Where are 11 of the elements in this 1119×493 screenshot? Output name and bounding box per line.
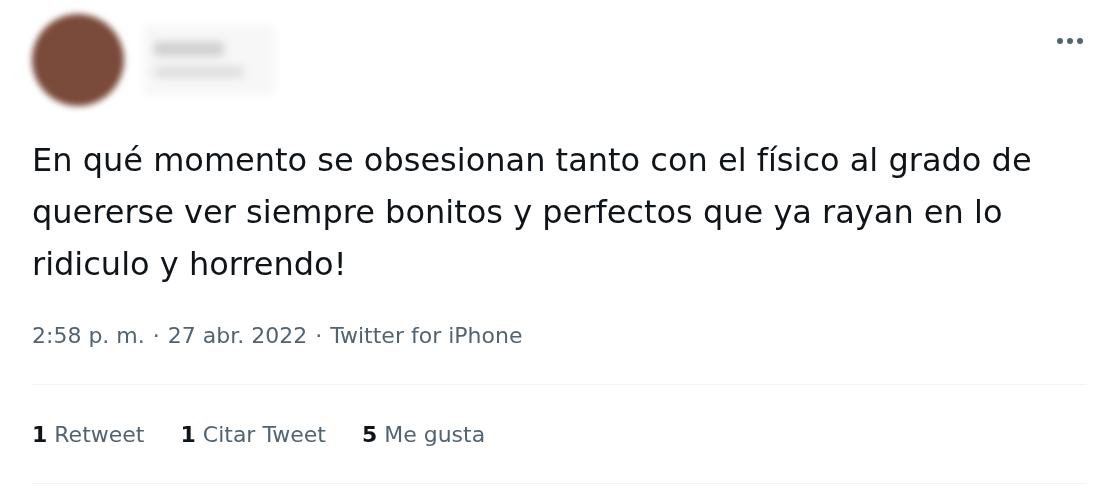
meta-text: 2:58 p. m. — [32, 321, 145, 350]
stat-link[interactable]: 1 Citar Tweet — [180, 417, 326, 451]
stat-link[interactable]: 1 Retweet — [32, 417, 145, 451]
more-icon[interactable] — [1057, 38, 1083, 44]
avatar[interactable] — [32, 14, 124, 106]
stat-link[interactable]: 5 Me gusta — [361, 417, 486, 451]
meta-text: · — [152, 321, 160, 350]
meta-text: · — [315, 321, 323, 350]
meta-text: Twitter for iPhone — [330, 321, 523, 350]
tweet-text: En qué momento se obsesionan tanto con el físico al grado de quererse ver siempre bonitos y perfectos que ya rayan en lo ridiculo y horrendo! — [32, 140, 1033, 285]
meta-text: 27 abr. 2022 — [167, 321, 308, 350]
